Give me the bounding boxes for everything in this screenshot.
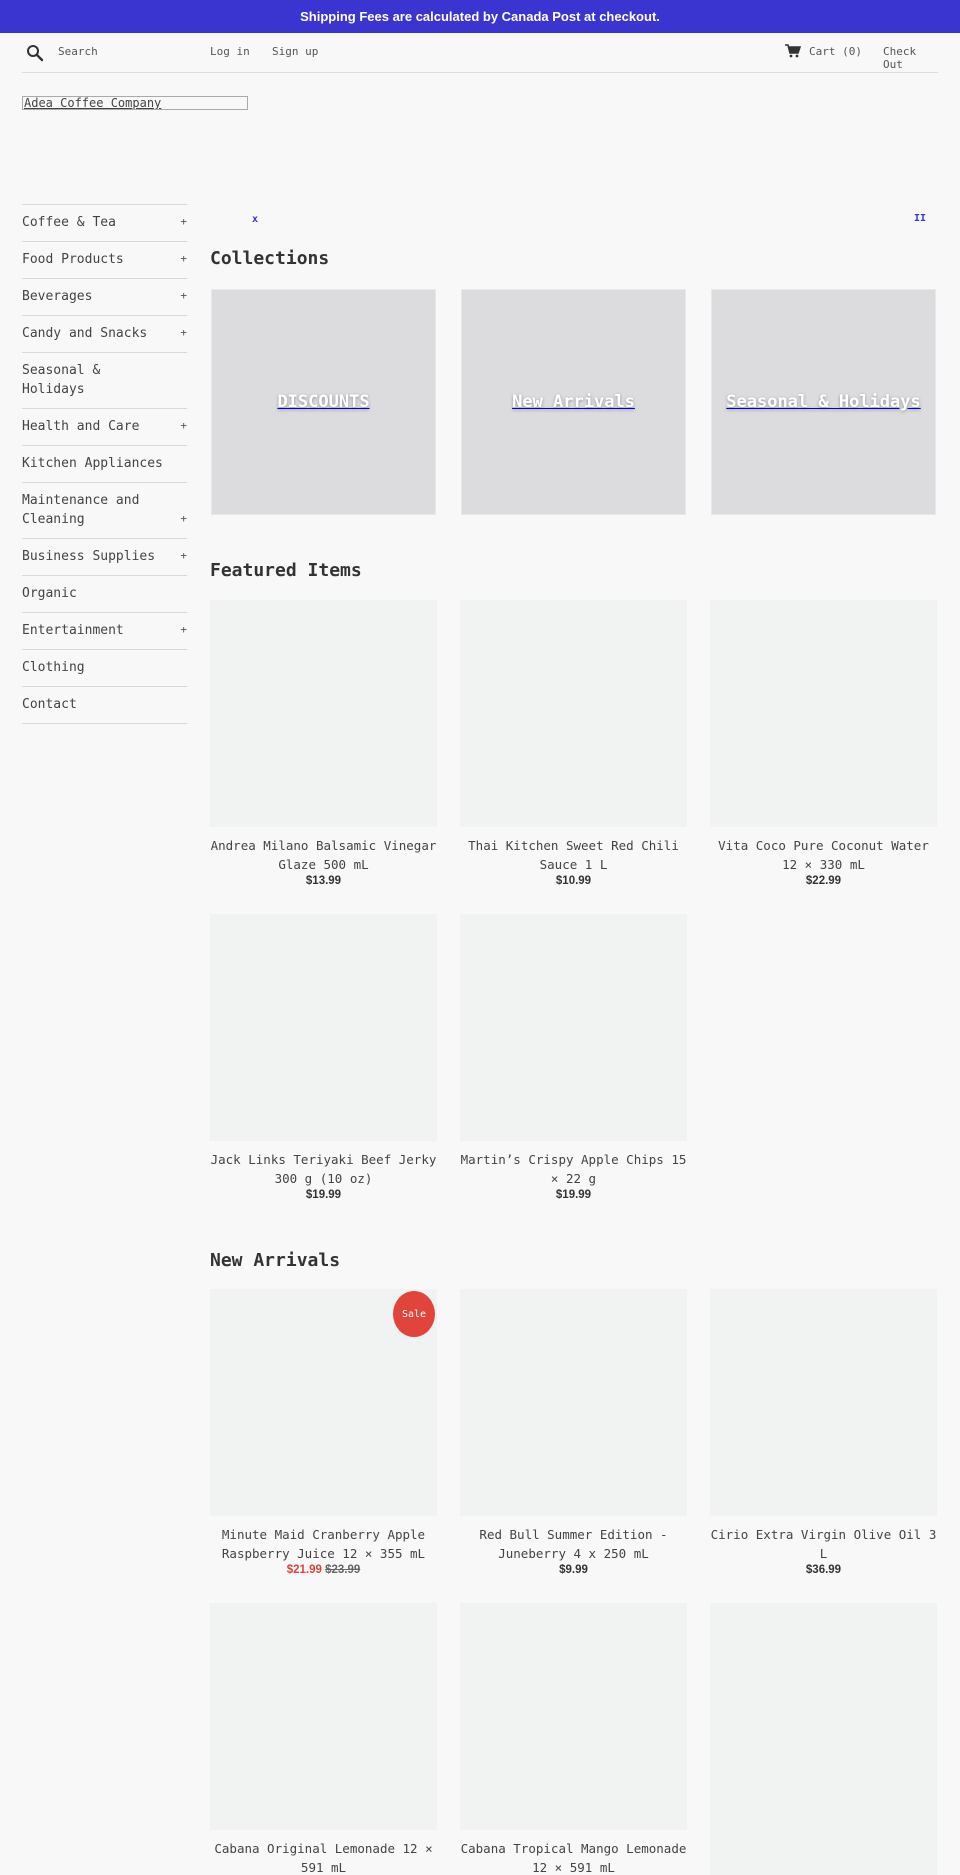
sidebar-item-label: Maintenance and Cleaning [22,493,140,527]
collection-card-discounts[interactable]: DISCOUNTS [211,289,436,515]
collection-card-seasonal-holidays[interactable]: Seasonal & Holidays [711,289,936,515]
product-image[interactable] [460,1603,687,1830]
sidebar-item-beverages[interactable]: Beverages + [22,279,187,316]
announcement-bar: Shipping Fees are calculated by Canada P… [0,0,960,33]
sidebar-item-clothing[interactable]: Clothing [22,650,187,687]
sidebar-item-label: Kitchen Appliances [22,456,163,471]
sidebar-item-seasonal-holidays[interactable]: Seasonal & Holidays [22,353,187,409]
product-image[interactable] [710,600,937,827]
top-bar: Log in Sign up Cart (0) Check Out [22,33,938,73]
checkout-link[interactable]: Check Out [883,45,938,71]
product-card[interactable]: Cabana Tropical Mango Lemonade 12 × 591 … [460,1603,687,1875]
sidebar-nav: Coffee & Tea + Food Products + Beverages… [22,204,187,724]
sidebar-item-label: Business Supplies [22,549,156,564]
sidebar-item-label: Health and Care [22,419,140,434]
sidebar-item-organic[interactable]: Organic [22,576,187,613]
collection-card-label: DISCOUNTS [277,392,370,412]
original-price: $23.99 [325,1564,361,1576]
product-card[interactable]: Thai Kitchen Sweet Red Chili Sauce 1 L $… [460,600,687,887]
product-name[interactable]: Andrea Milano Balsamic Vinegar Glaze 500… [210,836,437,874]
expand-plus-icon[interactable]: + [180,323,187,342]
product-card[interactable]: Jack Links Teriyaki Beef Jerky 300 g (10… [210,914,437,1201]
product-name[interactable]: Jack Links Teriyaki Beef Jerky 300 g (10… [210,1150,437,1188]
cart-link[interactable]: Cart (0) [809,45,862,58]
expand-plus-icon[interactable]: + [180,286,187,305]
product-price: $19.99 [555,1189,592,1201]
new-arrivals-title: New Arrivals [210,1250,341,1271]
product-price: $22.99 [805,875,842,887]
product-image[interactable] [460,914,687,1141]
sidebar-item-label: Seasonal & Holidays [22,363,101,397]
sidebar-item-food-products[interactable]: Food Products + [22,242,187,279]
sidebar-item-contact[interactable]: Contact [22,687,187,724]
sale-price: $21.99 [286,1564,322,1576]
product-image[interactable] [210,600,437,827]
collection-card-label: New Arrivals [512,392,635,412]
expand-plus-icon[interactable]: + [180,249,187,268]
product-card[interactable]: Cirio Extra Virgin Olive Oil 3 L $36.99 [710,1289,937,1576]
sidebar-item-label: Beverages [22,289,93,304]
collection-card-label: Seasonal & Holidays [726,392,921,412]
cart-icon[interactable] [785,44,801,58]
product-name[interactable]: Thai Kitchen Sweet Red Chili Sauce 1 L [460,836,687,874]
product-card[interactable]: Vita Coco Pure Coconut Water 12 × 330 mL… [710,600,937,887]
collection-card-new-arrivals[interactable]: New Arrivals [461,289,686,515]
sidebar-item-candy-snacks[interactable]: Candy and Snacks + [22,316,187,353]
product-image[interactable] [210,1603,437,1830]
search-icon[interactable] [26,44,44,62]
product-price: $13.99 [305,875,342,887]
sidebar-item-label: Coffee & Tea [22,215,116,230]
product-name[interactable]: Cirio Extra Virgin Olive Oil 3 L [710,1525,937,1563]
featured-title: Featured Items [210,560,362,581]
expand-plus-icon[interactable]: + [180,620,187,639]
slider-prev-icon[interactable]: x [252,214,258,225]
product-price: $10.99 [555,875,592,887]
sidebar-item-entertainment[interactable]: Entertainment + [22,613,187,650]
sidebar-item-coffee-tea[interactable]: Coffee & Tea + [22,205,187,242]
login-link[interactable]: Log in [210,45,250,58]
sidebar-item-label: Clothing [22,660,85,675]
product-name[interactable]: Vita Coco Pure Coconut Water 12 × 330 mL [710,836,937,874]
product-card[interactable]: Sale Minute Maid Cranberry Apple Raspber… [210,1289,437,1576]
product-name[interactable]: Minute Maid Cranberry Apple Raspberry Ju… [210,1525,437,1563]
sidebar-item-label: Entertainment [22,623,124,638]
announcement-text: Shipping Fees are calculated by Canada P… [300,9,660,24]
product-image[interactable] [710,1289,937,1516]
store-logo[interactable]: Adea Coffee Company [22,96,248,110]
sale-badge: Sale [393,1291,435,1337]
slider-pause-icon[interactable]: II [914,213,926,224]
sidebar-item-label: Candy and Snacks [22,326,148,341]
product-image[interactable] [210,914,437,1141]
product-card[interactable] [710,1603,937,1875]
sidebar-item-business-supplies[interactable]: Business Supplies + [22,539,187,576]
product-card[interactable]: Cabana Original Lemonade 12 × 591 mL [210,1603,437,1875]
product-price: $21.99 $23.99 [210,1564,437,1576]
product-name[interactable]: Red Bull Summer Edition - Juneberry 4 x … [460,1525,687,1563]
signup-link[interactable]: Sign up [272,45,318,58]
product-price: $19.99 [305,1189,342,1201]
product-image[interactable] [460,600,687,827]
sidebar-item-label: Organic [22,586,77,601]
product-price: $36.99 [805,1564,842,1576]
expand-plus-icon[interactable]: + [180,546,187,565]
sidebar-item-label: Food Products [22,252,124,267]
product-card[interactable]: Andrea Milano Balsamic Vinegar Glaze 500… [210,600,437,887]
expand-plus-icon[interactable]: + [180,509,187,528]
product-name[interactable]: Cabana Original Lemonade 12 × 591 mL [210,1839,437,1875]
product-card[interactable]: Red Bull Summer Edition - Juneberry 4 x … [460,1289,687,1576]
expand-plus-icon[interactable]: + [180,416,187,435]
product-price: $9.99 [559,1564,588,1576]
product-name[interactable]: Cabana Tropical Mango Lemonade 12 × 591 … [460,1839,687,1875]
product-image[interactable] [710,1603,937,1875]
search-input[interactable] [58,41,218,61]
sidebar-item-kitchen-appliances[interactable]: Kitchen Appliances [22,446,187,483]
sidebar-item-maintenance-cleaning[interactable]: Maintenance and Cleaning + [22,483,187,539]
sidebar-item-health-care[interactable]: Health and Care + [22,409,187,446]
product-image[interactable] [460,1289,687,1516]
product-card[interactable]: Martin’s Crispy Apple Chips 15 × 22 g $1… [460,914,687,1201]
product-name[interactable]: Martin’s Crispy Apple Chips 15 × 22 g [460,1150,687,1188]
sidebar-item-label: Contact [22,697,77,712]
collections-title: Collections [210,248,330,269]
expand-plus-icon[interactable]: + [180,212,187,231]
